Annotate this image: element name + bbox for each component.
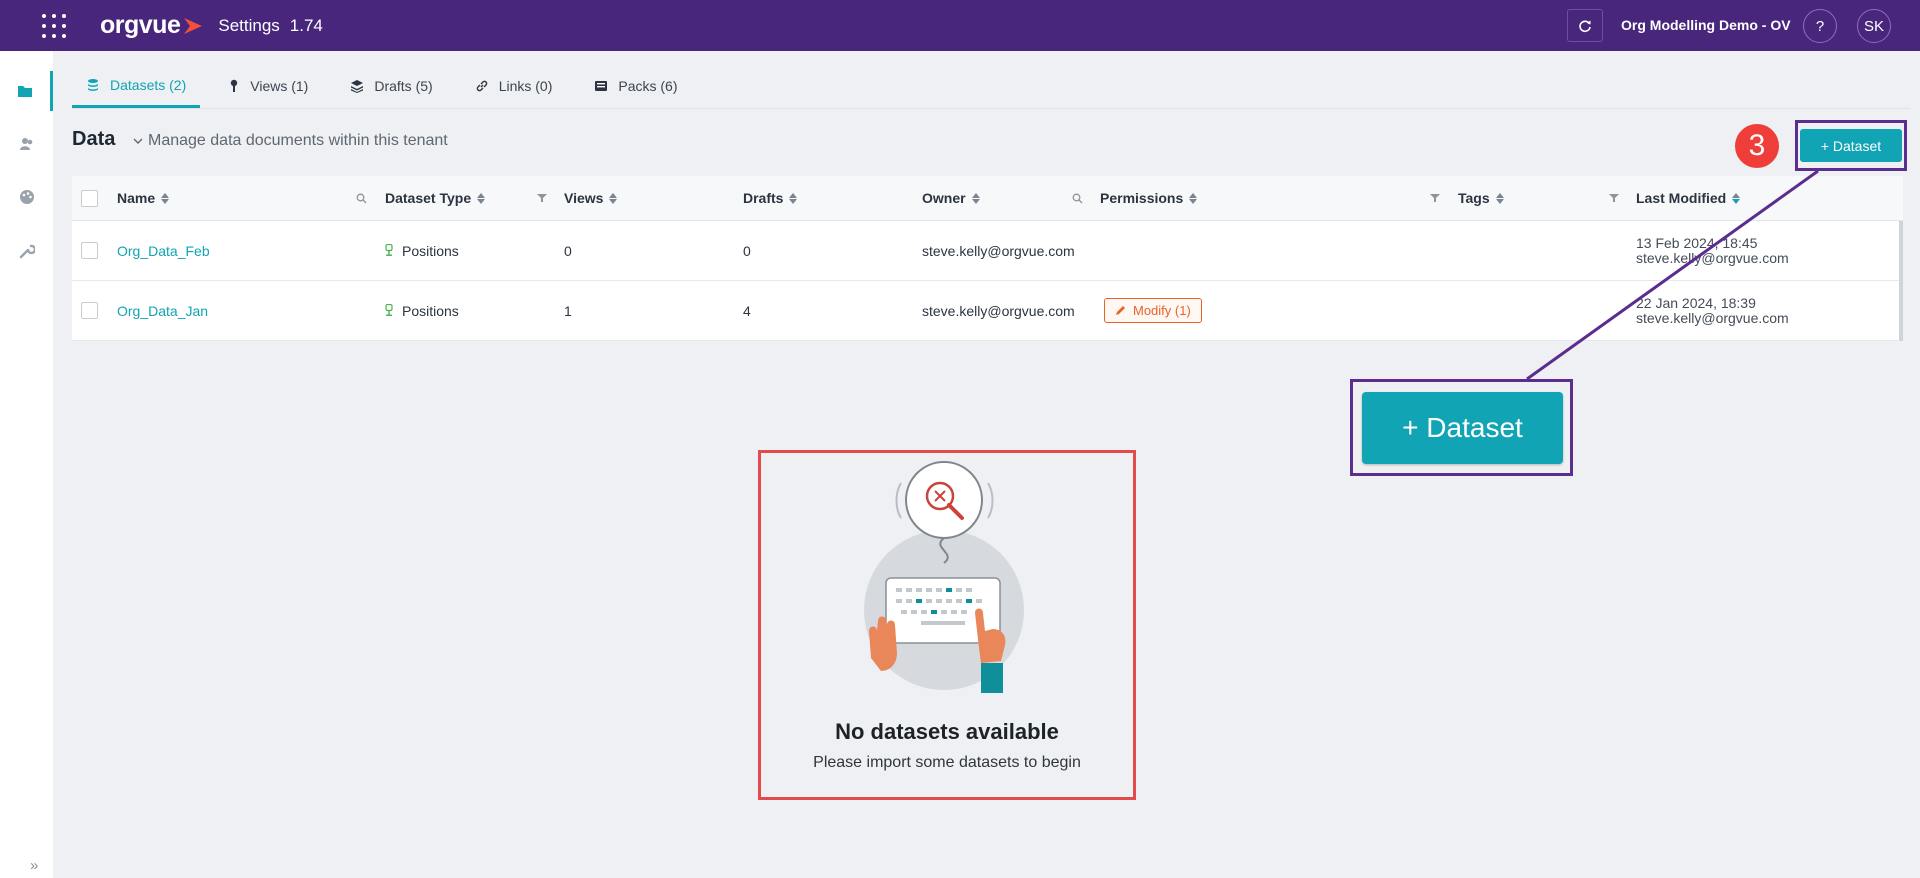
empty-state-subtitle: Please import some datasets to begin: [813, 754, 1081, 771]
empty-state-illustration: [864, 461, 1024, 693]
empty-state: No datasets available Please import some…: [758, 450, 1136, 800]
annotation-highlight-frame: [1795, 120, 1907, 171]
empty-state-title: No datasets available: [835, 719, 1059, 744]
zoomed-add-dataset-button: + Dataset: [1362, 392, 1563, 464]
step-number-badge: 3: [1735, 124, 1779, 168]
